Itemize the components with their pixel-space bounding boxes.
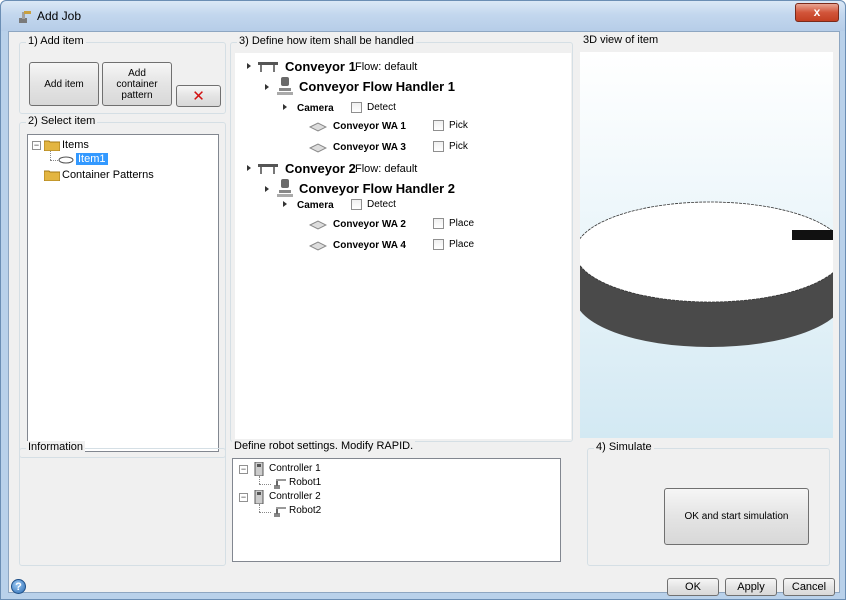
work-area-icon	[309, 220, 327, 230]
conveyor-2-expander[interactable]	[247, 165, 251, 171]
detect-1-label: Detect	[367, 102, 396, 113]
work-area-icon	[309, 241, 327, 251]
folder-icon	[44, 140, 60, 151]
add-container-pattern-button[interactable]: Add container pattern	[102, 62, 172, 106]
items-expander[interactable]: −	[32, 141, 41, 150]
conveyor-2-label: Conveyor 2	[285, 161, 356, 176]
robot-arm-icon	[274, 479, 286, 489]
place-4-label: Place	[449, 239, 475, 250]
flow-handler-icon	[277, 179, 293, 197]
robot-tree: − Controller 1 Robot1 − Controller 2 Rob…	[232, 458, 561, 562]
robot-2-label[interactable]: Robot2	[289, 505, 321, 516]
delete-item-button[interactable]: ✕	[176, 85, 221, 107]
select-item-group-label: 2) Select item	[26, 115, 98, 127]
controller-1-expander[interactable]: −	[239, 465, 248, 474]
controller-icon	[254, 462, 264, 476]
controller-2-expander[interactable]: −	[239, 493, 248, 502]
title-bar[interactable]: Add Job x	[1, 1, 845, 31]
controller-1-label[interactable]: Controller 1	[269, 463, 321, 474]
folder-icon	[44, 170, 60, 181]
place-2-checkbox[interactable]	[433, 218, 444, 229]
robot-app-icon	[19, 11, 31, 23]
disc-3d-model	[580, 201, 833, 347]
information-group: Information	[19, 441, 226, 566]
close-button[interactable]: x	[795, 3, 839, 22]
help-icon[interactable]: ?	[11, 579, 26, 594]
place-2-label: Place	[449, 218, 475, 229]
robot-1-label[interactable]: Robot1	[289, 477, 321, 488]
wa-4-label: Conveyor WA 4	[333, 240, 406, 251]
detect-1-checkbox[interactable]	[351, 102, 362, 113]
apply-button[interactable]: Apply	[725, 578, 777, 596]
simulate-group: 4) Simulate OK and start simulation	[587, 441, 830, 566]
add-job-window: Add Job x 1) Add item Add item Add conta…	[0, 0, 846, 600]
wa-3-label: Conveyor WA 3	[333, 142, 406, 153]
camera-1-expander[interactable]	[283, 104, 287, 110]
add-item-group: 1) Add item Add item Add container patte…	[19, 35, 226, 114]
work-area-icon	[309, 143, 327, 153]
handling-group-label: 3) Define how item shall be handled	[237, 35, 416, 47]
pick-1-checkbox[interactable]	[433, 120, 444, 131]
handling-group: 3) Define how item shall be handled Conv…	[230, 35, 573, 442]
conveyor-2-flow: Flow: default	[355, 163, 418, 175]
pick-1-label: Pick	[449, 120, 468, 131]
tree-item1-selected[interactable]: Item1	[76, 153, 108, 165]
tree-container-patterns-label[interactable]: Container Patterns	[62, 169, 154, 181]
view3d-group-label: 3D view of item	[581, 34, 661, 46]
select-item-group: 2) Select item − Items Item1 Container P…	[19, 115, 226, 458]
conveyor-1-label: Conveyor 1	[285, 59, 356, 74]
wa-1-label: Conveyor WA 1	[333, 121, 406, 132]
handling-tree: Conveyor 1 Flow: default Conveyor Flow H…	[235, 53, 571, 439]
detect-2-checkbox[interactable]	[351, 199, 362, 210]
pick-3-label: Pick	[449, 141, 468, 152]
window-title: Add Job	[37, 9, 82, 23]
flow-handler-icon	[277, 77, 293, 95]
conveyor-1-expander[interactable]	[247, 63, 251, 69]
pick-3-checkbox[interactable]	[433, 141, 444, 152]
simulate-group-label: 4) Simulate	[594, 441, 654, 453]
ok-start-simulation-button[interactable]: OK and start simulation	[664, 488, 809, 545]
camera-2-label: Camera	[297, 200, 334, 211]
handler-2-expander[interactable]	[265, 186, 269, 192]
delete-x-icon: ✕	[192, 88, 205, 105]
camera-2-expander[interactable]	[283, 201, 287, 207]
dialog-body: 1) Add item Add item Add container patte…	[8, 31, 840, 596]
item-tree: − Items Item1 Container Patterns	[27, 134, 219, 452]
conveyor-icon	[258, 62, 278, 72]
robot-settings-group: Define robot settings. Modify RAPID. − C…	[230, 440, 573, 566]
handler-2-label: Conveyor Flow Handler 2	[299, 181, 456, 196]
place-4-checkbox[interactable]	[433, 239, 444, 250]
cancel-button[interactable]: Cancel	[783, 578, 835, 596]
3d-viewport[interactable]	[580, 52, 833, 438]
conveyor-icon	[258, 164, 278, 174]
robot-settings-group-label: Define robot settings. Modify RAPID.	[232, 440, 416, 452]
information-group-label: Information	[26, 441, 86, 453]
camera-1-label: Camera	[297, 103, 334, 114]
add-item-group-label: 1) Add item	[26, 35, 86, 47]
robot-arm-icon	[274, 507, 286, 517]
detect-2-label: Detect	[367, 199, 396, 210]
view3d-group: 3D view of item	[577, 34, 834, 442]
conveyor-1-flow: Flow: default	[355, 61, 418, 73]
work-area-icon	[309, 122, 327, 132]
controller-icon	[254, 490, 264, 504]
ok-button[interactable]: OK	[667, 578, 719, 596]
add-item-button[interactable]: Add item	[29, 62, 99, 106]
wa-2-label: Conveyor WA 2	[333, 219, 406, 230]
controller-2-label[interactable]: Controller 2	[269, 491, 321, 502]
handler-1-label: Conveyor Flow Handler 1	[299, 79, 456, 94]
handler-1-expander[interactable]	[265, 84, 269, 90]
item-disc-icon	[58, 156, 74, 164]
tree-items-label[interactable]: Items	[62, 139, 89, 151]
